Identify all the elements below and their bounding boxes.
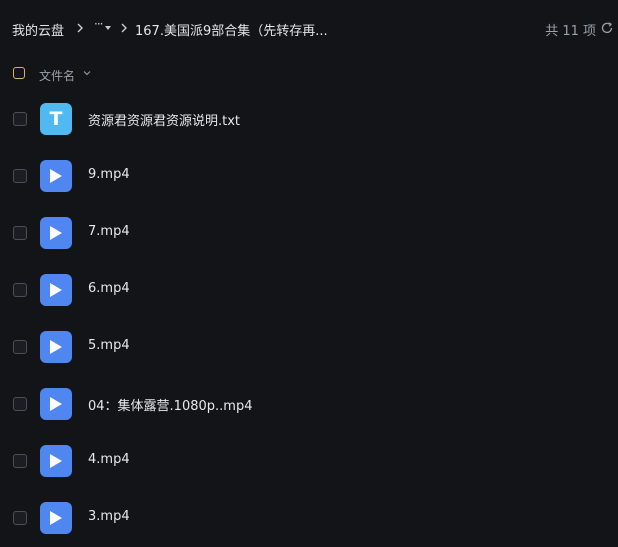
refresh-icon[interactable] bbox=[600, 21, 614, 35]
file-name[interactable]: 04：集体露营.1080p..mp4 bbox=[88, 395, 252, 414]
sort-by-name-button[interactable]: 文件名 bbox=[39, 67, 75, 84]
txt-icon-letter: T bbox=[49, 108, 63, 130]
file-row[interactable]: 04：集体露营.1080p..mp4 bbox=[0, 376, 618, 433]
file-row[interactable]: 6.mp4 bbox=[0, 262, 618, 319]
row-checkbox[interactable] bbox=[13, 226, 27, 240]
play-icon bbox=[40, 274, 72, 306]
row-checkbox[interactable] bbox=[13, 169, 27, 183]
select-all-checkbox[interactable] bbox=[13, 67, 25, 79]
file-name[interactable]: 资源君资源君资源说明.txt bbox=[88, 110, 240, 129]
row-checkbox[interactable] bbox=[13, 112, 27, 126]
more-caret-icon bbox=[105, 26, 111, 30]
chevron-right-icon bbox=[121, 23, 127, 33]
play-icon bbox=[40, 160, 72, 192]
file-row[interactable]: T 资源君资源君资源说明.txt bbox=[0, 91, 618, 148]
play-icon bbox=[40, 217, 72, 249]
play-icon bbox=[40, 502, 72, 534]
file-name[interactable]: 9.mp4 bbox=[88, 167, 130, 182]
file-list: T 资源君资源君资源说明.txt 9.mp4 7.mp4 6.mp4 5.mp4 04：集体… bbox=[0, 91, 618, 547]
file-row[interactable]: 4.mp4 bbox=[0, 433, 618, 490]
file-name[interactable]: 4.mp4 bbox=[88, 452, 130, 467]
chevron-down-icon[interactable] bbox=[83, 69, 91, 77]
row-checkbox[interactable] bbox=[13, 340, 27, 354]
file-row[interactable]: 3.mp4 bbox=[0, 490, 618, 547]
row-checkbox[interactable] bbox=[13, 511, 27, 525]
breadcrumb-bar: 我的云盘 ··· 167.美国派9部合集（先转存再... 共 11 项 bbox=[0, 0, 618, 58]
play-icon bbox=[40, 445, 72, 477]
breadcrumb-root[interactable]: 我的云盘 bbox=[12, 20, 64, 39]
row-checkbox[interactable] bbox=[13, 397, 27, 411]
file-name[interactable]: 3.mp4 bbox=[88, 509, 130, 524]
file-row[interactable]: 7.mp4 bbox=[0, 205, 618, 262]
row-checkbox[interactable] bbox=[13, 454, 27, 468]
chevron-right-icon bbox=[77, 23, 83, 33]
file-name[interactable]: 5.mp4 bbox=[88, 338, 130, 353]
file-row[interactable]: 5.mp4 bbox=[0, 319, 618, 376]
breadcrumb-current-folder: 167.美国派9部合集（先转存再... bbox=[135, 24, 328, 39]
row-checkbox[interactable] bbox=[13, 283, 27, 297]
item-count: 共 11 项 bbox=[545, 24, 596, 39]
play-icon bbox=[40, 388, 72, 420]
file-name[interactable]: 6.mp4 bbox=[88, 281, 130, 296]
breadcrumb-more-button[interactable]: ··· bbox=[94, 17, 104, 31]
file-row[interactable]: 9.mp4 bbox=[0, 148, 618, 205]
txt-file-icon: T bbox=[40, 103, 72, 135]
file-name[interactable]: 7.mp4 bbox=[88, 224, 130, 239]
play-icon bbox=[40, 331, 72, 363]
list-header: 文件名 bbox=[0, 62, 618, 88]
